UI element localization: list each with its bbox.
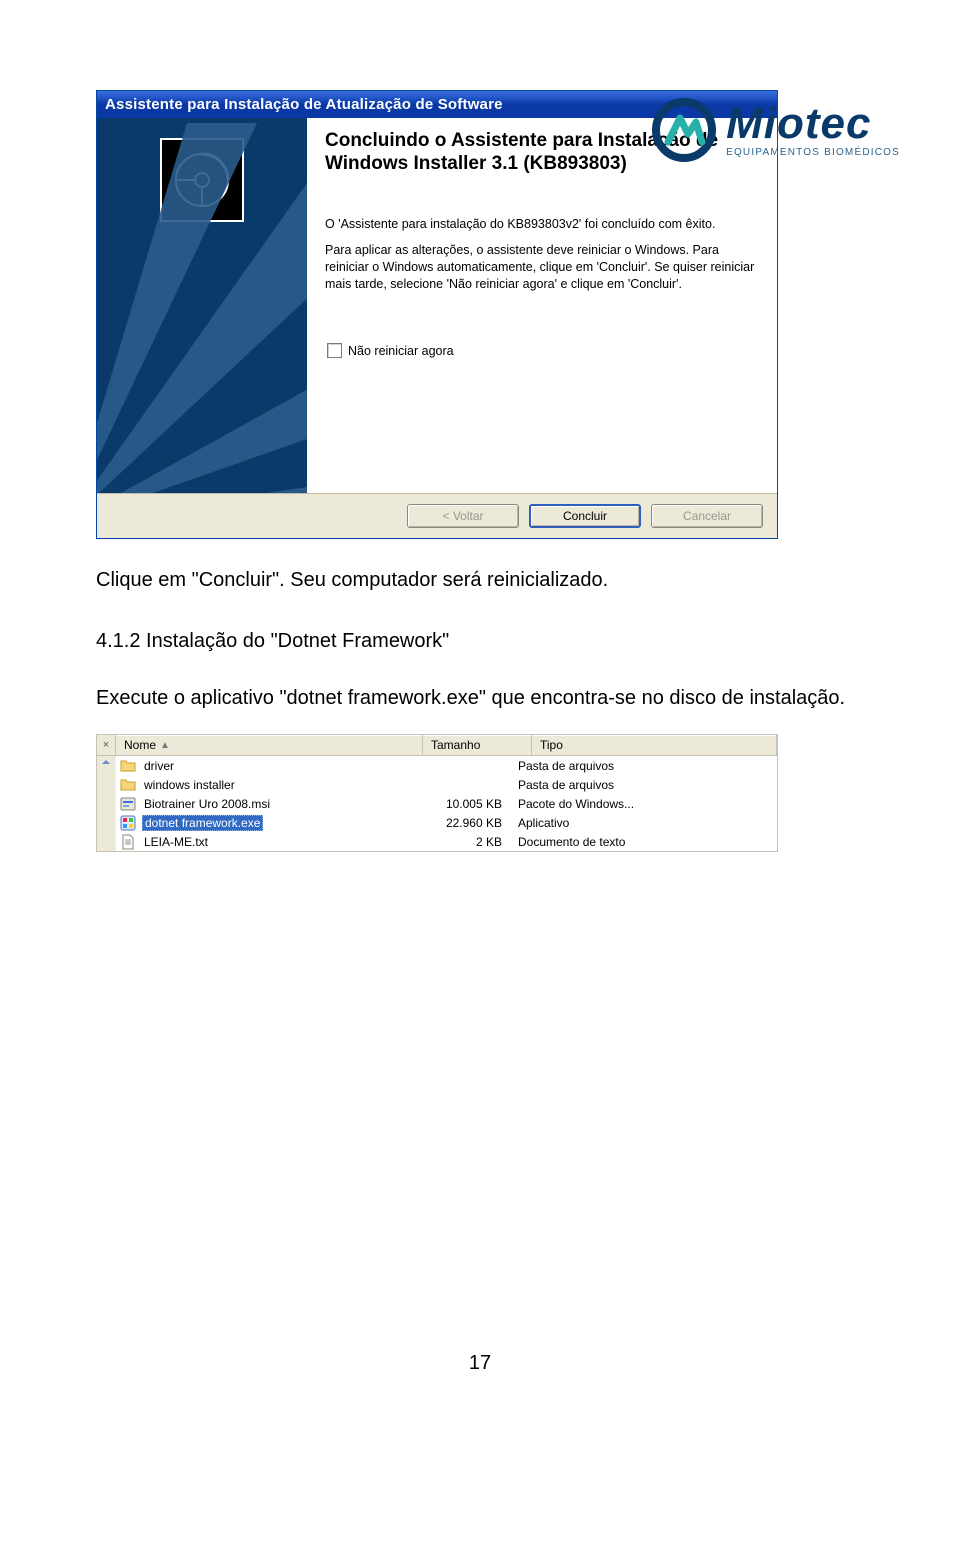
no-restart-checkbox[interactable] [327,343,342,358]
file-row[interactable]: LEIA-ME.txt 2 KBDocumento de texto [116,832,777,851]
doc-section-heading: 4.1.2 Instalação do "Dotnet Framework" [96,630,864,653]
doc-line-1: Clique em "Concluir". Seu computador ser… [96,567,864,594]
file-name: windows installer [142,778,237,792]
file-type: Documento de texto [512,835,777,849]
file-name: Biotrainer Uro 2008.msi [142,797,272,811]
msi-icon [120,796,136,812]
page-number: 17 [0,1352,960,1405]
folder-icon [120,777,136,793]
file-row[interactable]: dotnet framework.exe 22.960 KBAplicativo [116,813,777,832]
column-header-name-label: Nome [124,738,156,752]
file-name: dotnet framework.exe [142,815,263,831]
finish-button[interactable]: Concluir [529,504,641,528]
txt-icon [120,834,136,850]
file-name: driver [142,759,176,773]
close-header-icon[interactable]: × [97,735,116,755]
file-name: LEIA-ME.txt [142,835,210,849]
logo-mark-icon [652,98,716,162]
scroll-up-button[interactable] [97,756,116,851]
file-size: 10.005 KB [410,797,512,811]
doc-paragraph: Execute o aplicativo "dotnet framework.e… [96,687,864,710]
wizard-para-1: O 'Assistente para instalação do KB89380… [325,216,757,233]
wizard-button-bar: < Voltar Concluir Cancelar [97,493,777,538]
column-header-name[interactable]: Nome ▲ [116,735,423,755]
brand-logo: Miotec EQUIPAMENTOS BIOMÉDICOS [652,98,900,162]
file-row[interactable]: driver Pasta de arquivos [116,756,777,775]
file-size: 2 KB [410,835,512,849]
cd-icon [160,138,244,222]
file-size: 22.960 KB [410,816,512,830]
file-type: Pasta de arquivos [512,778,777,792]
file-row[interactable]: windows installer Pasta de arquivos [116,775,777,794]
logo-brand-text: Miotec [726,102,900,146]
folder-icon [120,758,136,774]
file-type: Pasta de arquivos [512,759,777,773]
column-header-size[interactable]: Tamanho [423,735,532,755]
file-type: Pacote do Windows... [512,797,777,811]
back-button: < Voltar [407,504,519,528]
file-list-panel: × Nome ▲ Tamanho Tipo driver Pasta de arq… [96,734,778,852]
cancel-button: Cancelar [651,504,763,528]
file-type: Aplicativo [512,816,777,830]
column-header-type[interactable]: Tipo [532,735,777,755]
file-row[interactable]: Biotrainer Uro 2008.msi 10.005 KBPacote d… [116,794,777,813]
no-restart-label: Não reiniciar agora [348,344,454,358]
wizard-sidebar-graphic [97,118,307,493]
wizard-para-2: Para aplicar as alterações, o assistente… [325,242,757,293]
logo-sub-text: EQUIPAMENTOS BIOMÉDICOS [726,148,900,158]
exe-icon [120,815,136,831]
sort-asc-icon: ▲ [160,740,170,751]
file-list-header: × Nome ▲ Tamanho Tipo [97,735,777,756]
